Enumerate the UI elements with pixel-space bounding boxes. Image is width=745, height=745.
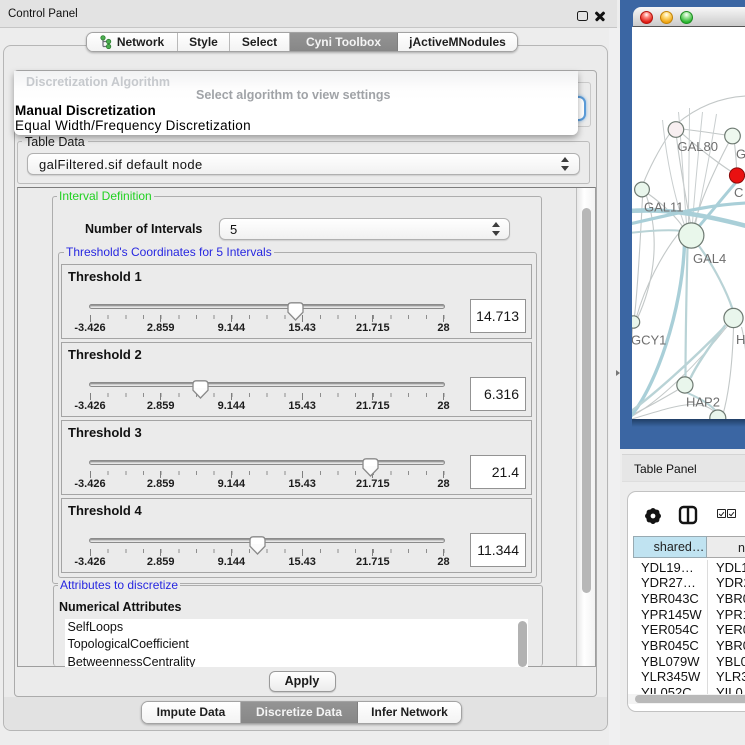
svg-text:GAL4: GAL4 xyxy=(693,251,726,266)
svg-text:GAL80: GAL80 xyxy=(677,139,717,154)
svg-text:GA: GA xyxy=(736,147,745,162)
svg-text:HI: HI xyxy=(736,332,745,347)
svg-text:GCY1: GCY1 xyxy=(632,333,666,348)
svg-text:HAP2: HAP2 xyxy=(686,395,720,410)
svg-text:GAL11: GAL11 xyxy=(644,200,684,215)
svg-text:C: C xyxy=(734,185,743,200)
